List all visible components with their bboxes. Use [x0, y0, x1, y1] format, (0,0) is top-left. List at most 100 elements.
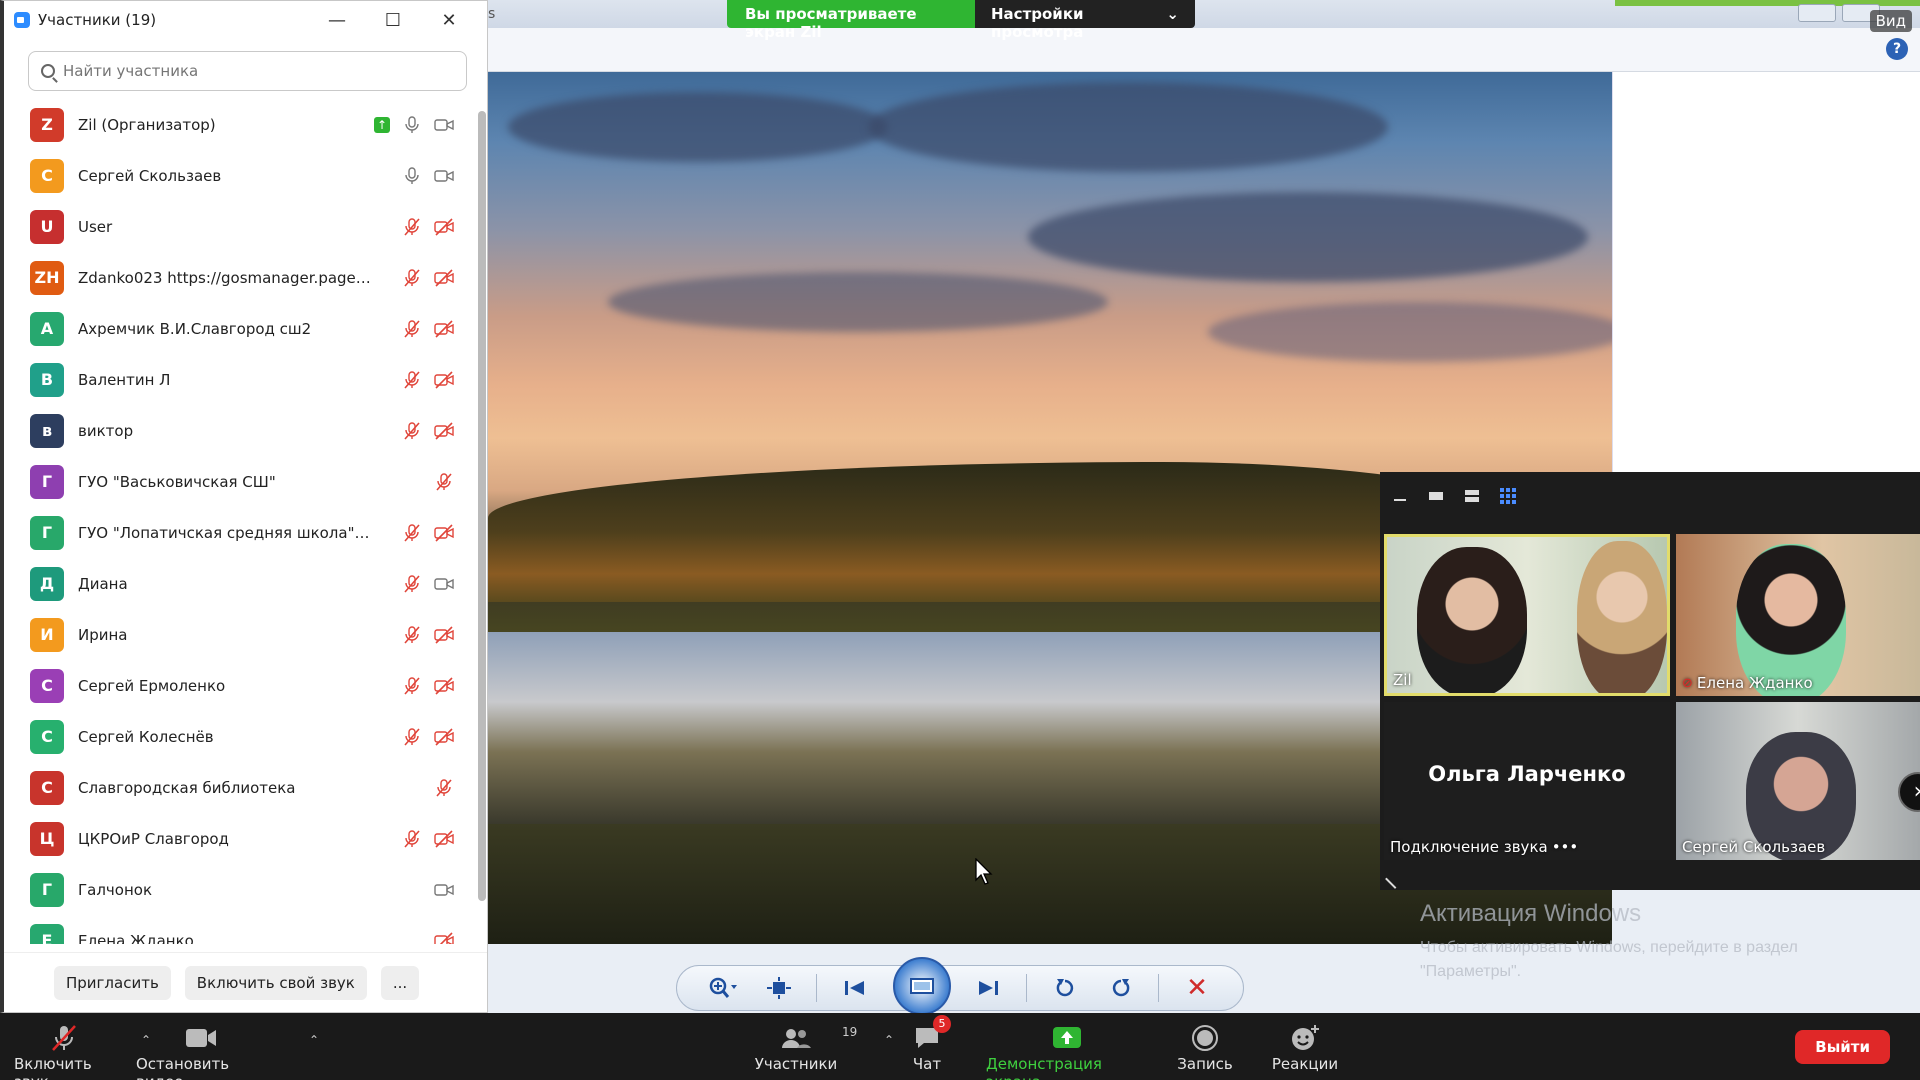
video-off-icon [434, 217, 454, 237]
delete-icon[interactable]: ✕ [1179, 973, 1215, 1003]
stop-video-button[interactable]: ⌃ Остановить видео [136, 1021, 319, 1080]
minimize-video-icon[interactable] [1392, 489, 1408, 503]
view-options-button[interactable]: Вид [1869, 10, 1912, 32]
participant-status-icons [374, 217, 454, 237]
chevron-up-icon[interactable]: ⌃ [309, 1033, 319, 1047]
avatar: в [30, 413, 64, 448]
viewer-title-fragment: s [488, 6, 496, 22]
participant-row[interactable]: Z Zil (Организатор) ↑ [4, 99, 474, 150]
tile-big-name: Ольга Ларченко [1428, 762, 1626, 786]
participant-search-input[interactable] [63, 62, 454, 80]
participant-row[interactable]: Г ГУО "Лопатичская средняя школа" Ильенко… [4, 507, 474, 558]
resize-handle-icon[interactable] [1385, 869, 1405, 889]
participant-row[interactable]: ZH Zdanko023 https://gosmanager.page.link… [4, 252, 474, 303]
record-icon [1192, 1025, 1218, 1051]
participant-status-icons [374, 421, 454, 441]
avatar: С [30, 719, 64, 754]
minimize-icon[interactable]: — [309, 10, 365, 31]
video-off-icon [434, 421, 454, 441]
tile-name: ⊘ Елена Жданко [1682, 674, 1813, 692]
unmute-self-button[interactable]: Включить свой звук [184, 965, 367, 1000]
record-button[interactable]: Запись [1172, 1021, 1238, 1073]
chevron-up-icon[interactable]: ⌃ [884, 1033, 894, 1047]
previous-icon[interactable] [837, 973, 873, 1003]
rotate-left-icon[interactable] [1047, 973, 1083, 1003]
participant-row[interactable]: Г ГУО "Васьковичская СШ" [4, 456, 474, 507]
participant-row[interactable]: U User [4, 201, 474, 252]
invite-button[interactable]: Пригласить [54, 965, 171, 1000]
participant-status-icons [374, 676, 454, 696]
participant-status-icons [374, 574, 454, 594]
muted-mic-icon [402, 829, 422, 849]
video-tile-olga[interactable]: Ольга Ларченко Подключение звука ••• [1384, 702, 1670, 860]
reactions-icon [1292, 1025, 1319, 1050]
meeting-controls-bar: ⌃ Включить звук ⌃ Остановить видео 19 ⌃ … [0, 1013, 1920, 1080]
video-tile-zil[interactable]: Zil [1384, 534, 1670, 696]
participant-list-scrollbar[interactable] [478, 111, 486, 901]
participant-name: Сергей Скользаев [78, 166, 222, 185]
muted-mic-icon [402, 217, 422, 237]
avatar: Г [30, 872, 64, 907]
reactions-button[interactable]: Реакции [1270, 1021, 1340, 1073]
gallery-view-icon[interactable] [1500, 488, 1516, 504]
video-off-icon [434, 676, 454, 696]
participant-row[interactable]: С Сергей Ермоленко [4, 660, 474, 711]
reactions-label: Реакции [1271, 1055, 1339, 1073]
avatar: Е [30, 923, 64, 944]
avatar: С [30, 158, 64, 193]
participant-row[interactable]: Г Галчонок [4, 864, 474, 915]
participant-row[interactable]: И Ирина [4, 609, 474, 660]
video-tile-elena[interactable]: ⊘ Елена Жданко [1676, 534, 1920, 696]
share-screen-button[interactable]: Демонстрация экрана [986, 1021, 1148, 1080]
participants-button[interactable]: 19 ⌃ Участники [754, 1021, 894, 1073]
avatar: А [30, 311, 64, 346]
participant-list: Z Zil (Организатор) ↑ С Сергей Скользаев U Use… [4, 99, 474, 944]
muted-mic-icon [52, 1025, 76, 1051]
participant-row[interactable]: Д Диана [4, 558, 474, 609]
participant-name: Zdanko023 https://gosmanager.page.link/s… [78, 268, 374, 287]
view-settings-dropdown[interactable]: Настройки просмотра ⌄ [975, 0, 1195, 41]
muted-mic-icon [402, 319, 422, 339]
chat-button[interactable]: 5 Чат [902, 1015, 952, 1073]
video-camera-icon [434, 115, 454, 135]
next-icon[interactable] [970, 973, 1006, 1003]
watermark-title: Активация Windows [1420, 900, 1642, 927]
muted-mic-icon [402, 625, 422, 645]
close-icon[interactable]: ✕ [421, 10, 477, 31]
participant-row[interactable]: С Сергей Колеснёв [4, 711, 474, 762]
microphone-icon [402, 166, 422, 186]
stop-video-label: Остановить видео [136, 1055, 230, 1080]
muted-mic-icon [402, 523, 422, 543]
strip-view-icon[interactable] [1464, 489, 1480, 503]
more-button[interactable]: ... [380, 965, 420, 1000]
chevron-down-icon: ⌄ [1166, 5, 1179, 23]
participant-name: Галчонок [78, 880, 153, 899]
speaker-view-icon[interactable] [1428, 489, 1444, 503]
chat-label: Чат [912, 1055, 942, 1073]
slideshow-icon[interactable] [892, 957, 951, 1015]
zoom-in-icon[interactable] [705, 973, 741, 1003]
leave-meeting-button[interactable]: Выйти [1795, 1030, 1890, 1064]
muted-mic-icon [434, 778, 454, 798]
rotate-right-icon[interactable] [1103, 973, 1139, 1003]
participant-row[interactable]: в виктор [4, 405, 474, 456]
maximize-icon[interactable]: ☐ [365, 10, 421, 31]
participant-row[interactable]: С Сергей Скользаев [4, 150, 474, 201]
unmute-button[interactable]: ⌃ Включить звук [14, 1021, 151, 1080]
participants-panel: Участники (19) — ☐ ✕ Z Zil (Организатор) ↑… [0, 0, 488, 1013]
participant-row[interactable]: Ц ЦКРОиР Славгород [4, 813, 474, 864]
video-tile-sergey[interactable]: Сергей Скользаев [1676, 702, 1920, 860]
screen-share-banner: Вы просматриваете экран Zil Настройки пр… [727, 0, 1195, 41]
chat-unread-badge: 5 [933, 1015, 951, 1033]
participant-row[interactable]: С Славгородская библиотека [4, 762, 474, 813]
participant-status-icons [374, 166, 454, 186]
muted-mic-icon: ⊘ [1682, 675, 1693, 691]
fit-to-screen-icon[interactable] [761, 973, 797, 1003]
tile-name: Сергей Скользаев [1682, 838, 1826, 856]
participant-row[interactable]: Е Елена Жданко [4, 915, 474, 944]
participant-row[interactable]: А Ахремчик В.И.Славгород сш2 [4, 303, 474, 354]
gallery-toolbar [1380, 472, 1920, 520]
participant-row[interactable]: В Валентин Л [4, 354, 474, 405]
participant-search[interactable] [28, 51, 467, 91]
screen-share-icon: ↑ [374, 116, 390, 133]
